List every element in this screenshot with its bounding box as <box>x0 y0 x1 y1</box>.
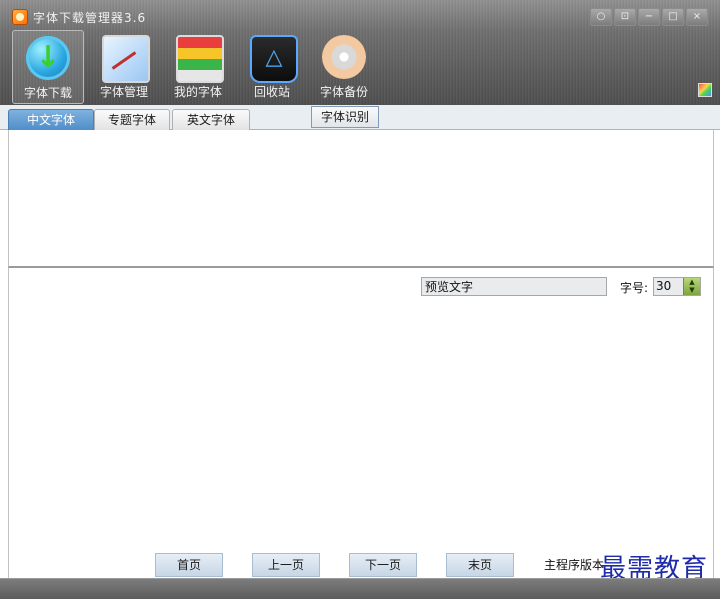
toolbar-label: 字体备份 <box>319 85 368 99</box>
font-list-panel <box>8 130 714 268</box>
font-size-label: 字号: <box>620 281 649 295</box>
font-size-value: 30 <box>656 279 672 293</box>
toolbar-recycle-bin-button[interactable]: 回收站 <box>237 30 307 102</box>
tab-chinese-fonts[interactable]: 中文字体 <box>8 109 94 130</box>
prev-page-button[interactable]: 上一页 <box>252 553 320 577</box>
toolbar-label: 字体下载 <box>23 86 72 100</box>
toolbar-backup-button[interactable]: 字体备份 <box>309 30 379 102</box>
status-bar <box>0 578 720 599</box>
tab-topic-fonts[interactable]: 专题字体 <box>94 109 170 130</box>
last-page-button[interactable]: 末页 <box>446 553 514 577</box>
toolbar-label: 字体管理 <box>99 85 148 99</box>
size-spinner[interactable]: ▲ ▼ <box>683 278 700 295</box>
preview-text-input[interactable] <box>421 277 607 296</box>
font-manage-icon <box>102 35 150 83</box>
download-icon <box>26 36 70 80</box>
next-page-button[interactable]: 下一页 <box>349 553 417 577</box>
version-label: 主程序版本 <box>544 558 605 572</box>
toolbar-label: 我的字体 <box>173 85 222 99</box>
font-preview-panel <box>8 268 714 578</box>
feedback-icon[interactable]: ○ <box>590 8 612 26</box>
app-logo-icon <box>12 9 28 25</box>
backup-disc-icon <box>322 35 366 79</box>
first-page-button[interactable]: 首页 <box>155 553 223 577</box>
title-toolbar-area: 字体下载管理器3.6 ○ ⊡ − □ × 字体下载 字体管理 我的字体 回收站 … <box>0 0 720 106</box>
toolbar-font-manage-button[interactable]: 字体管理 <box>89 30 159 102</box>
recycle-bin-icon <box>250 35 298 83</box>
window-controls: ○ ⊡ − □ × <box>590 8 708 26</box>
minimize-button[interactable]: − <box>638 8 660 26</box>
toolbar-download-button[interactable]: 字体下载 <box>12 30 84 104</box>
toolbar-label: 回收站 <box>253 85 290 99</box>
font-recognize-button[interactable]: 字体识别 <box>311 106 379 128</box>
font-size-stepper[interactable]: 30 ▲ ▼ <box>653 277 701 296</box>
toolbar-my-fonts-button[interactable]: 我的字体 <box>163 30 233 102</box>
settings-icon[interactable]: ⊡ <box>614 8 636 26</box>
app-title: 字体下载管理器3.6 <box>33 11 147 25</box>
chevron-down-icon[interactable]: ▼ <box>684 286 700 294</box>
my-fonts-icon <box>176 35 224 83</box>
maximize-button[interactable]: □ <box>662 8 684 26</box>
close-button[interactable]: × <box>686 8 708 26</box>
tab-english-fonts[interactable]: 英文字体 <box>172 109 250 130</box>
skin-palette-icon[interactable] <box>698 83 712 97</box>
chevron-up-icon[interactable]: ▲ <box>684 278 700 286</box>
